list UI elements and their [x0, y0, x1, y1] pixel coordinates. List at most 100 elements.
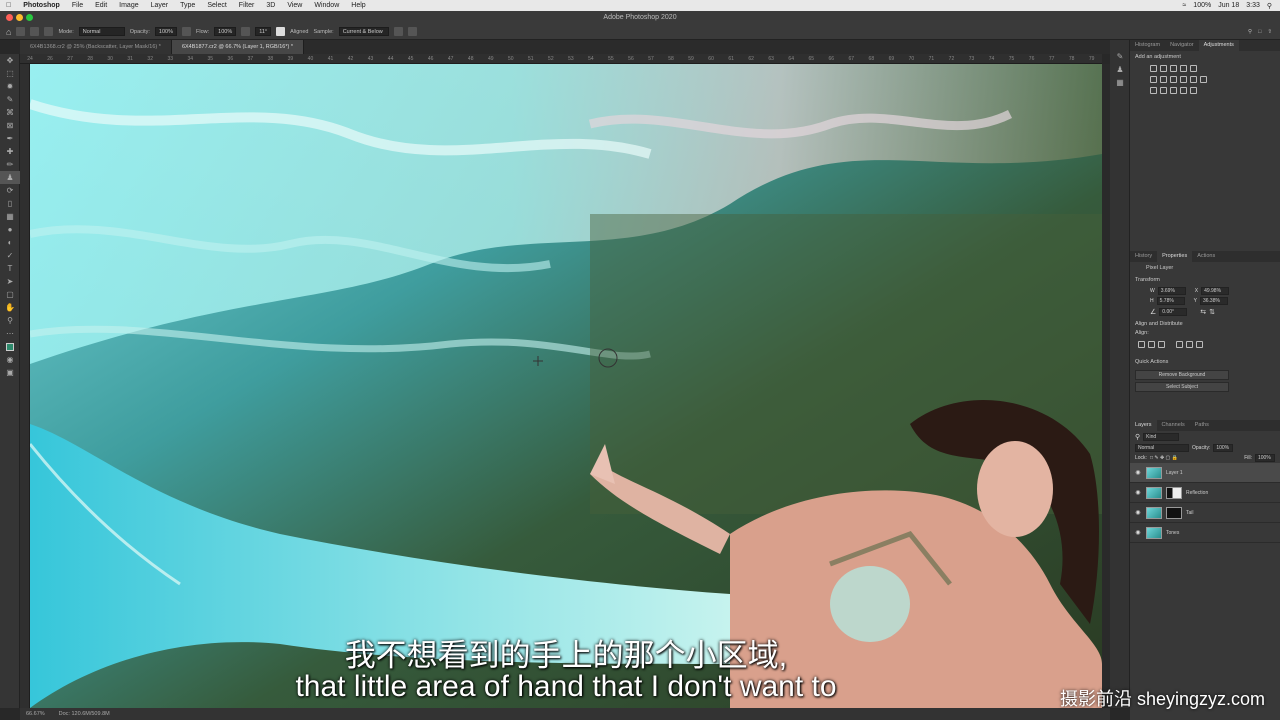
hue-saturation-icon[interactable]: [1150, 76, 1157, 83]
quick-mask-icon[interactable]: ◉: [0, 353, 20, 366]
clone-stamp-preset-icon[interactable]: [16, 27, 26, 36]
threshold-icon[interactable]: [1170, 87, 1177, 94]
apple-icon[interactable]: : [0, 2, 17, 9]
airbrush-icon[interactable]: [241, 27, 251, 36]
more-tools-icon[interactable]: ⋯: [0, 327, 20, 340]
marquee-tool-icon[interactable]: ⬚: [0, 67, 20, 80]
layer-mask-thumbnail[interactable]: [1166, 486, 1182, 499]
gradient-tool-icon[interactable]: ▦: [0, 210, 20, 223]
menu-help[interactable]: Help: [345, 2, 371, 9]
foreground-color-swatch[interactable]: [6, 342, 14, 351]
tab-navigator[interactable]: Navigator: [1165, 40, 1199, 51]
frame-tool-icon[interactable]: ⊠: [0, 119, 20, 132]
select-subject-button[interactable]: Select Subject: [1135, 382, 1229, 392]
sample-select[interactable]: Current & Below: [338, 27, 389, 36]
lock-icons[interactable]: □ ✎ ✥ ▢ 🔒: [1150, 455, 1178, 461]
clock-time[interactable]: 3:33: [1246, 2, 1260, 9]
tab-histogram[interactable]: Histogram: [1130, 40, 1165, 51]
width-input[interactable]: 3.69%: [1157, 287, 1186, 295]
flip-horizontal-icon[interactable]: ⇆: [1200, 308, 1206, 316]
tab-history[interactable]: History: [1130, 251, 1157, 262]
hand-tool-icon[interactable]: ✋: [0, 301, 20, 314]
minimize-window-button[interactable]: [16, 14, 23, 21]
home-icon[interactable]: ⌂: [6, 27, 11, 37]
share-icon[interactable]: ⇧: [1267, 29, 1272, 35]
tab-layers[interactable]: Layers: [1130, 420, 1157, 431]
brush-tool-icon[interactable]: ✏: [0, 158, 20, 171]
zoom-window-button[interactable]: [26, 14, 33, 21]
eraser-tool-icon[interactable]: ▯: [0, 197, 20, 210]
posterize-icon[interactable]: [1160, 87, 1167, 94]
dodge-tool-icon[interactable]: ◐: [0, 236, 20, 249]
menu-image[interactable]: Image: [113, 2, 144, 9]
tab-channels[interactable]: Channels: [1157, 420, 1190, 431]
vibrance-icon[interactable]: [1190, 65, 1197, 72]
layer-row-reflection[interactable]: ◉ Reflection: [1130, 483, 1280, 503]
menu-3d[interactable]: 3D: [260, 2, 281, 9]
tab-actions[interactable]: Actions: [1192, 251, 1220, 262]
screen-mode-icon[interactable]: ▣: [0, 366, 20, 379]
mode-select[interactable]: Normal: [78, 27, 125, 36]
doc-size[interactable]: Doc: 120.6M/509.8M: [59, 711, 110, 717]
shape-tool-icon[interactable]: ▢: [0, 288, 20, 301]
clone-source-icon[interactable]: [44, 27, 54, 36]
visibility-eye-icon[interactable]: ◉: [1134, 529, 1142, 536]
pressure-opacity-icon[interactable]: [182, 27, 191, 36]
workspace-icon[interactable]: □: [1258, 29, 1261, 35]
menu-window[interactable]: Window: [308, 2, 345, 9]
angle-input[interactable]: 11°: [255, 27, 272, 36]
vertical-scrollbar[interactable]: [1102, 64, 1110, 708]
menu-file[interactable]: File: [66, 2, 89, 9]
opacity-input[interactable]: 100%: [154, 27, 177, 36]
layer-row-tones[interactable]: ◉ Tones: [1130, 523, 1280, 543]
styles-panel-icon[interactable]: ▦: [1110, 76, 1130, 89]
tab-properties[interactable]: Properties: [1157, 251, 1193, 262]
layer-row-tail[interactable]: ◉ Tail: [1130, 503, 1280, 523]
curves-icon[interactable]: [1170, 65, 1177, 72]
align-top-icon[interactable]: [1176, 341, 1183, 348]
search-icon[interactable]: ⚲: [1248, 29, 1252, 35]
blend-mode-select[interactable]: Normal: [1135, 444, 1189, 452]
clock-date[interactable]: Jun 18: [1218, 2, 1239, 9]
tab-document-2[interactable]: 6X4B1877.cr2 @ 66.7% (Layer 1, RGB/16*) …: [171, 40, 304, 54]
quick-select-tool-icon[interactable]: ✎: [0, 93, 20, 106]
brush-settings-icon[interactable]: [30, 27, 40, 36]
battery-percent[interactable]: 100%: [1193, 2, 1211, 9]
x-input[interactable]: 49.98%: [1201, 287, 1230, 295]
eyedropper-tool-icon[interactable]: ✒: [0, 132, 20, 145]
menu-view[interactable]: View: [281, 2, 308, 9]
align-right-icon[interactable]: [1158, 341, 1165, 348]
zoom-level[interactable]: 66.67%: [26, 711, 45, 717]
history-brush-tool-icon[interactable]: ⟳: [0, 184, 20, 197]
align-middle-icon[interactable]: [1186, 341, 1193, 348]
menu-select[interactable]: Select: [201, 2, 232, 9]
menu-layer[interactable]: Layer: [145, 2, 175, 9]
color-balance-icon[interactable]: [1160, 76, 1167, 83]
height-input[interactable]: 5.78%: [1156, 297, 1185, 305]
tab-paths[interactable]: Paths: [1190, 420, 1214, 431]
path-select-tool-icon[interactable]: ➤: [0, 275, 20, 288]
blur-tool-icon[interactable]: ●: [0, 223, 20, 236]
clone-stamp-tool-icon[interactable]: ♟: [0, 171, 20, 184]
wifi-icon[interactable]: ≈: [1182, 2, 1186, 9]
visibility-eye-icon[interactable]: ◉: [1134, 469, 1142, 476]
tab-document-1[interactable]: 6X4B1368.cr2 @ 25% (Backscatter, Layer M…: [20, 40, 172, 54]
flip-vertical-icon[interactable]: ⇅: [1209, 308, 1215, 316]
pressure-size-icon[interactable]: [407, 27, 417, 36]
ignore-adjustment-icon[interactable]: [393, 27, 403, 36]
invert-icon[interactable]: [1150, 87, 1157, 94]
levels-icon[interactable]: [1160, 65, 1167, 72]
photo-filter-icon[interactable]: [1180, 76, 1187, 83]
menu-filter[interactable]: Filter: [233, 2, 261, 9]
search-icon[interactable]: ⚲: [1267, 2, 1272, 10]
angle-input[interactable]: 0.00°: [1159, 308, 1188, 316]
document-canvas[interactable]: 我不想看到的手上的那个小区域, that little area of hand…: [30, 64, 1102, 708]
layer-opacity-input[interactable]: 100%: [1213, 444, 1234, 452]
y-input[interactable]: 36.38%: [1199, 297, 1228, 305]
menu-edit[interactable]: Edit: [89, 2, 113, 9]
close-window-button[interactable]: [6, 14, 13, 21]
zoom-tool-icon[interactable]: ⚲: [0, 314, 20, 327]
layer-filter-select[interactable]: Kind: [1143, 433, 1180, 441]
clone-source-panel-icon[interactable]: ♟: [1110, 63, 1130, 76]
crop-tool-icon[interactable]: ⌘: [0, 106, 20, 119]
